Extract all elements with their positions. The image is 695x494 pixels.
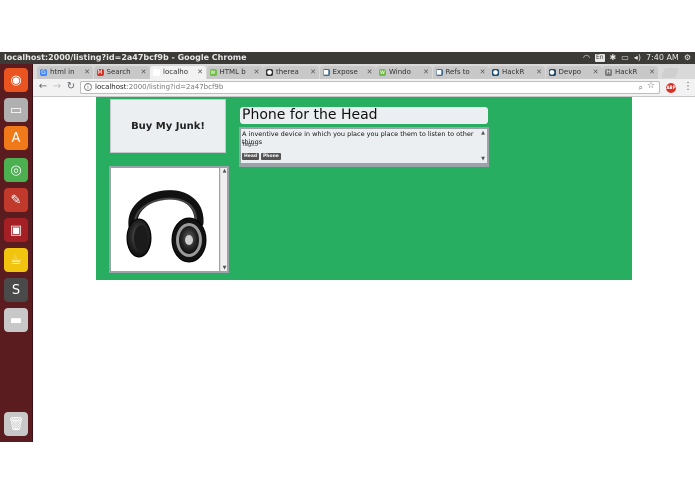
tab-label: html in bbox=[50, 68, 75, 76]
tab-favicon-icon: w bbox=[379, 69, 386, 76]
tab-close-icon[interactable]: ✕ bbox=[84, 66, 90, 79]
browser-toolbar: ← → ↻ i localhost:2000/listing?id=2a47bc… bbox=[33, 79, 695, 97]
sublime-text-icon[interactable]: S bbox=[4, 278, 28, 302]
drive-icon[interactable]: ▬ bbox=[4, 308, 28, 332]
tag-phone[interactable]: Phone bbox=[261, 153, 281, 160]
wifi-icon[interactable]: ◠ bbox=[583, 52, 590, 64]
tab-close-icon[interactable]: ✕ bbox=[254, 66, 260, 79]
site-info-icon[interactable]: i bbox=[84, 83, 92, 91]
window-title: localhost:2000/listing?id=2a47bcf9b - Go… bbox=[4, 53, 247, 62]
listing-image-frame: ▲ ▼ bbox=[109, 166, 229, 273]
reload-icon[interactable]: ↻ bbox=[65, 81, 77, 93]
tab-label: Search bbox=[106, 68, 131, 76]
tab-favicon-icon: ● bbox=[548, 69, 556, 76]
bookmark-star-icon[interactable]: ☆ bbox=[647, 81, 655, 92]
bluetooth-icon[interactable]: ✱ bbox=[610, 52, 617, 64]
browser-tab[interactable]: Ghtml in ✕ bbox=[37, 66, 93, 79]
tab-label: therea bbox=[276, 68, 299, 76]
scroll-down-icon[interactable]: ▼ bbox=[221, 265, 228, 271]
unity-launcher: ◉ ▭ A ◎ ✎ ▣ ☕ S ▬ 🗑 bbox=[0, 64, 33, 442]
tab-close-icon[interactable]: ✕ bbox=[310, 66, 316, 79]
terminal-window-icon[interactable]: ▣ bbox=[4, 218, 28, 242]
scroll-up-icon[interactable]: ▲ bbox=[221, 168, 228, 174]
tab-strip: Ghtml in ✕ M Search ✕ localho ✕ w HTML b ✕ ● therea… bbox=[33, 64, 695, 79]
listing-details: A inventive device in which you place yo… bbox=[241, 129, 487, 163]
listing-container: Buy My Junk! ▲ ▼ Phone for the Head A in… bbox=[96, 97, 632, 280]
trash-icon[interactable]: 🗑 bbox=[4, 412, 28, 436]
browser-tab[interactable]: M Search ✕ bbox=[93, 66, 150, 79]
listing-title: Phone for the Head bbox=[240, 107, 488, 124]
tab-label: localho bbox=[163, 68, 189, 76]
browser-tab[interactable]: w Windo ✕ bbox=[376, 66, 432, 79]
tab-favicon-icon: w bbox=[209, 69, 217, 76]
url-host: localhost bbox=[95, 83, 127, 91]
forward-arrow-icon[interactable]: → bbox=[51, 81, 63, 93]
tab-favicon-icon: ■ bbox=[322, 69, 330, 76]
chrome-icon[interactable]: ◎ bbox=[4, 158, 28, 182]
keyboard-layout-indicator[interactable]: En bbox=[594, 54, 605, 62]
zoom-search-icon[interactable]: ⌕ bbox=[639, 82, 643, 93]
tags-label: Tags: bbox=[242, 142, 257, 148]
headphones-image bbox=[126, 190, 207, 263]
tab-label: Devpo bbox=[558, 68, 582, 76]
tab-close-icon[interactable]: ✕ bbox=[367, 66, 373, 79]
tab-close-icon[interactable]: ✕ bbox=[536, 66, 542, 79]
battery-icon[interactable]: ▭ bbox=[621, 52, 629, 64]
new-tab-button[interactable] bbox=[660, 68, 679, 78]
tab-active[interactable]: localho ✕ bbox=[150, 66, 206, 79]
tab-label: Windo bbox=[389, 68, 411, 76]
os-top-bar: localhost:2000/listing?id=2a47bcf9b - Go… bbox=[0, 52, 695, 64]
browser-tab[interactable]: ■ Refs to ✕ bbox=[432, 66, 489, 79]
tag-head[interactable]: Head bbox=[242, 153, 260, 160]
tab-close-icon[interactable]: ✕ bbox=[141, 66, 147, 79]
tab-label: Expose bbox=[332, 68, 358, 76]
details-scrollbar[interactable]: ▲ ▼ bbox=[480, 130, 486, 162]
browser-tab[interactable]: ■ Expose ✕ bbox=[319, 66, 376, 79]
listing-image bbox=[111, 168, 219, 271]
tab-label: Refs to bbox=[445, 68, 470, 76]
gnome-mascot-icon[interactable]: ☕ bbox=[4, 248, 28, 272]
files-drawer-icon[interactable]: ▭ bbox=[4, 98, 28, 122]
software-center-icon[interactable]: A bbox=[4, 126, 28, 150]
tab-close-icon[interactable]: ✕ bbox=[423, 66, 429, 79]
tab-favicon-icon bbox=[153, 69, 160, 76]
tab-favicon-icon: ● bbox=[266, 69, 273, 76]
scroll-down-icon[interactable]: ▼ bbox=[480, 156, 486, 162]
url-path: :2000/listing?id=2a47bcf9b bbox=[126, 83, 224, 91]
tab-close-icon[interactable]: ✕ bbox=[649, 66, 655, 79]
browser-tab[interactable]: H HackR ✕ bbox=[602, 66, 658, 79]
power-gear-icon[interactable]: ⚙ bbox=[684, 52, 691, 64]
brand-title[interactable]: Buy My Junk! bbox=[110, 99, 226, 153]
system-tray: ◠ En ✱ ▭ ◂) 7:40 AM ⚙ bbox=[583, 52, 691, 64]
listing-details-frame: A inventive device in which you place yo… bbox=[239, 127, 489, 167]
screen: localhost:2000/listing?id=2a47bcf9b - Go… bbox=[0, 0, 695, 494]
tab-favicon-icon: ● bbox=[492, 69, 499, 76]
image-scrollbar[interactable]: ▲ ▼ bbox=[220, 168, 227, 271]
tab-favicon-icon: ■ bbox=[435, 69, 443, 76]
adblock-extension-icon[interactable]: ABP bbox=[666, 83, 676, 93]
web-page: Buy My Junk! ▲ ▼ Phone for the Head A in… bbox=[33, 97, 695, 442]
browser-tab[interactable]: ● Devpo ✕ bbox=[545, 66, 602, 79]
chrome-menu-icon[interactable]: ⋮ bbox=[683, 81, 693, 92]
ubuntu-dash-icon[interactable]: ◉ bbox=[4, 68, 28, 92]
tab-favicon-icon: H bbox=[605, 69, 612, 76]
tab-label: HackR bbox=[615, 68, 638, 76]
tab-label: HTML b bbox=[219, 68, 246, 76]
tab-close-icon[interactable]: ✕ bbox=[197, 66, 203, 79]
browser-tab[interactable]: ● therea ✕ bbox=[263, 66, 319, 79]
tab-close-icon[interactable]: ✕ bbox=[593, 66, 599, 79]
back-arrow-icon[interactable]: ← bbox=[37, 81, 49, 93]
address-bar[interactable]: i localhost:2000/listing?id=2a47bcf9b ⌕ … bbox=[80, 81, 660, 94]
scroll-up-icon[interactable]: ▲ bbox=[480, 130, 486, 136]
clock[interactable]: 7:40 AM bbox=[646, 52, 679, 64]
tab-close-icon[interactable]: ✕ bbox=[480, 66, 486, 79]
tab-favicon-icon: M bbox=[96, 69, 104, 76]
volume-icon[interactable]: ◂) bbox=[634, 52, 641, 64]
tab-favicon-icon: G bbox=[40, 69, 47, 76]
listing-description: A inventive device in which you place yo… bbox=[242, 130, 474, 146]
browser-tab[interactable]: w HTML b ✕ bbox=[206, 66, 263, 79]
browser-tab[interactable]: ● HackR ✕ bbox=[489, 66, 545, 79]
system-settings-icon[interactable]: ✎ bbox=[4, 188, 28, 212]
tab-label: HackR bbox=[502, 68, 525, 76]
